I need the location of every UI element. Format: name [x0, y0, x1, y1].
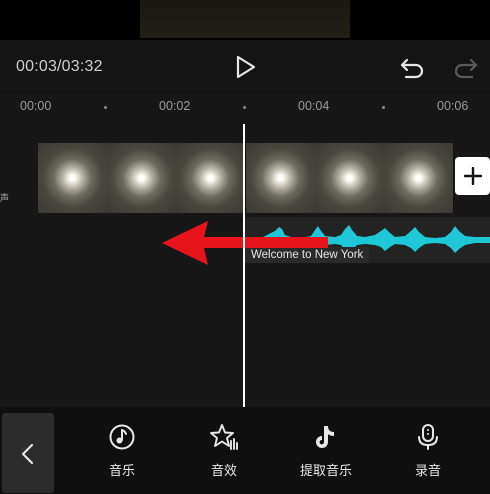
video-thumbnail: [176, 143, 245, 213]
music-button[interactable]: 音乐: [87, 423, 157, 487]
video-track[interactable]: [38, 143, 454, 213]
tool-label: 音乐: [108, 463, 135, 478]
add-clip-button[interactable]: [455, 157, 490, 195]
playback-controls: 00:03/03:32: [0, 40, 490, 95]
ruler-tick: 00:04: [298, 99, 330, 113]
video-thumbnail: [107, 143, 176, 213]
audio-toolbar: 音乐 音效 提取音乐 录音: [0, 407, 490, 494]
time-ruler: 00:00 00:02 00:04 00:06: [0, 95, 490, 119]
ruler-dot: [243, 106, 246, 109]
left-arrow-annotation: [162, 221, 328, 265]
track-side-label: 声: [0, 193, 10, 203]
video-preview: [0, 0, 490, 40]
video-thumbnail: [315, 143, 384, 213]
ruler-tick: 00:00: [20, 99, 52, 113]
plus-icon: [464, 167, 482, 185]
ruler-tick: 00:06: [437, 99, 469, 113]
chevron-left-icon: [21, 443, 34, 465]
extract-music-button[interactable]: 提取音乐: [291, 423, 361, 487]
music-note-icon: [109, 424, 135, 450]
timecode: 00:03/03:32: [16, 58, 103, 75]
ruler-dot: [382, 106, 385, 109]
redo-icon[interactable]: [452, 54, 480, 82]
preview-frame: [140, 0, 350, 38]
microphone-icon: [418, 424, 438, 450]
record-button[interactable]: 录音: [393, 423, 463, 487]
sound-effects-button[interactable]: 音效: [189, 423, 259, 487]
ruler-tick: 00:02: [159, 99, 191, 113]
timeline[interactable]: 00:00 00:02 00:04 00:06 声 Welcome to New…: [0, 95, 490, 407]
play-icon[interactable]: [232, 54, 258, 80]
video-thumbnail: [246, 143, 315, 213]
back-button[interactable]: [2, 413, 54, 493]
tool-label: 音效: [210, 463, 237, 478]
ruler-dot: [104, 106, 107, 109]
undo-icon[interactable]: [398, 54, 426, 82]
tool-label: 录音: [414, 463, 441, 478]
playhead[interactable]: [243, 124, 245, 407]
video-thumbnail: [384, 143, 453, 213]
tiktok-note-icon: [316, 426, 334, 448]
video-thumbnail: [38, 143, 107, 213]
sound-effect-star-icon: [210, 424, 238, 450]
tool-label: 提取音乐: [299, 463, 352, 478]
